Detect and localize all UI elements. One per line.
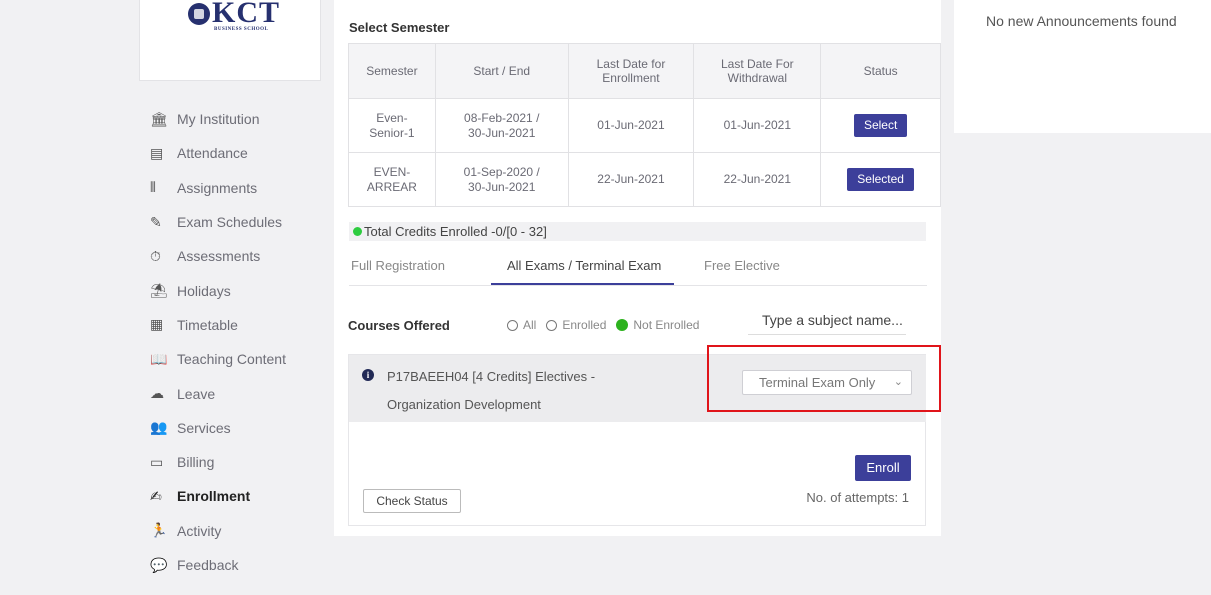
sidebar-item-label: Holidays xyxy=(177,282,231,299)
sidebar-item-my-institution[interactable]: 🏛 My Institution xyxy=(150,102,325,136)
logo-subtext: BUSINESS SCHOOL xyxy=(214,27,269,32)
announcements-card: No new Announcements found xyxy=(954,0,1211,133)
check-status-button[interactable]: Check Status xyxy=(363,489,461,513)
tab-all-exams[interactable]: All Exams / Terminal Exam xyxy=(507,258,661,273)
status-dot-icon xyxy=(353,227,362,236)
subject-search-input[interactable] xyxy=(748,305,906,335)
sidebar-item-label: Assignments xyxy=(177,179,258,196)
sidebar-item-billing[interactable]: ▭ Billing xyxy=(150,445,325,479)
running-icon: 🏃 xyxy=(150,522,168,539)
courses-offered-label: Courses Offered xyxy=(348,318,450,333)
main-panel: Select Semester Semester Start / End Las… xyxy=(334,0,941,536)
semester-table: Semester Start / End Last Date for Enrol… xyxy=(348,43,941,207)
tab-free-elective[interactable]: Free Elective xyxy=(704,258,780,273)
semester-cell: EVEN-ARREAR xyxy=(348,152,436,207)
book-icon: 📖 xyxy=(150,350,168,367)
stopwatch-icon: ⏱ xyxy=(150,247,161,264)
radio-enrolled[interactable] xyxy=(546,319,558,331)
radio-all[interactable] xyxy=(507,319,518,331)
course-subtitle: Organization Development xyxy=(387,397,541,412)
institution-icon: 🏛 xyxy=(150,110,168,127)
column-header: Last Date for Enrollment xyxy=(567,43,695,99)
sidebar-item-teaching-content[interactable]: 📖 Teaching Content xyxy=(150,342,325,376)
sidebar-item-holidays[interactable]: ⛱ Holidays xyxy=(150,273,325,307)
radio-all-label: All xyxy=(523,318,537,332)
start-end-cell: 01-Sep-2020 / 30-Jun-2021 xyxy=(434,152,569,207)
sidebar-item-label: Timetable xyxy=(177,316,238,333)
radio-not-enrolled-label: Not Enrolled xyxy=(633,318,700,332)
withdraw-date-cell: 22-Jun-2021 xyxy=(693,152,822,207)
sidebar-item-label: Feedback xyxy=(177,557,239,573)
announcements-text: No new Announcements found xyxy=(986,13,1177,29)
table-row: Even-Senior-1 08-Feb-2021 / 30-Jun-2021 … xyxy=(348,98,941,153)
logo-card: KCT BUSINESS SCHOOL xyxy=(139,0,321,81)
tab-full-registration[interactable]: Full Registration xyxy=(351,258,445,273)
tab-bar: Full Registration All Exams / Terminal E… xyxy=(349,256,927,286)
active-tab-indicator xyxy=(491,283,674,285)
enroll-date-cell: 22-Jun-2021 xyxy=(567,152,695,207)
credits-bar: Total Credits Enrolled -0/[0 - 32] xyxy=(349,222,926,241)
billing-icon: ▭ xyxy=(150,453,164,470)
course-title: P17BAEEH04 [4 Credits] Electives - xyxy=(387,369,596,384)
credits-text: Total Credits Enrolled -0/[0 - 32] xyxy=(364,224,547,239)
logo-emblem-icon xyxy=(188,3,210,25)
attempts-count: No. of attempts: 1 xyxy=(806,490,909,505)
sidebar-item-feedback[interactable]: 💬 Feedback xyxy=(150,548,325,582)
sidebar-item-assignments[interactable]: ⫴ Assignments xyxy=(150,171,325,205)
table-row: EVEN-ARREAR 01-Sep-2020 / 30-Jun-2021 22… xyxy=(348,152,941,207)
sidebar-item-label: Assessments xyxy=(177,248,261,265)
users-icon: 👥 xyxy=(150,419,168,436)
status-cell: Selected xyxy=(820,152,941,207)
sidebar-item-label: Services xyxy=(177,419,231,436)
sidebar-item-label: Attendance xyxy=(177,145,248,162)
info-icon[interactable]: i xyxy=(362,369,374,381)
sidebar-item-activity[interactable]: 🏃 Activity xyxy=(150,514,325,548)
attendance-icon: ▤ xyxy=(150,144,164,161)
radio-not-enrolled[interactable] xyxy=(616,319,629,331)
start-end-cell: 08-Feb-2021 / 30-Jun-2021 xyxy=(434,98,569,153)
enroll-date-cell: 01-Jun-2021 xyxy=(567,98,695,153)
feedback-icon: 💬 xyxy=(150,556,168,573)
semester-cell: Even-Senior-1 xyxy=(348,98,436,153)
table-header-row: Semester Start / End Last Date for Enrol… xyxy=(348,43,941,99)
sidebar-item-label: Exam Schedules xyxy=(177,214,283,231)
withdraw-date-cell: 01-Jun-2021 xyxy=(693,98,822,153)
column-header: Semester xyxy=(348,43,436,99)
selected-button[interactable]: Selected xyxy=(847,168,914,191)
sidebar-item-label: My Institution xyxy=(177,111,260,128)
column-header: Status xyxy=(820,43,941,99)
sidebar-item-timetable[interactable]: ▦ Timetable xyxy=(150,308,325,342)
sidebar-item-label: Enrollment xyxy=(177,488,251,505)
sidebar-item-label: Billing xyxy=(177,454,215,471)
logo-text: KCT xyxy=(212,0,281,29)
sidebar-item-services[interactable]: 👥 Services xyxy=(150,411,325,445)
sidebar-item-label: Activity xyxy=(177,522,222,539)
leave-icon: ☁ xyxy=(150,385,164,402)
calendar-icon: ▦ xyxy=(150,316,164,333)
column-header: Last Date For Withdrawal xyxy=(693,43,822,99)
sidebar-item-leave[interactable]: ☁ Leave xyxy=(150,376,325,410)
select-semester-title: Select Semester xyxy=(349,20,450,35)
edit-icon: ✍ xyxy=(150,487,162,504)
highlight-annotation xyxy=(707,345,941,412)
sidebar: 🏛 My Institution ▤ Attendance ⫴ Assignments… xyxy=(150,102,325,582)
column-header: Start / End xyxy=(434,43,569,99)
enroll-button[interactable]: Enroll xyxy=(855,455,911,481)
sidebar-item-enrollment[interactable]: ✍ Enrollment xyxy=(150,479,325,513)
sidebar-item-exam-schedules[interactable]: ✎ Exam Schedules xyxy=(150,205,325,239)
sidebar-item-attendance[interactable]: ▤ Attendance xyxy=(150,136,325,170)
select-button[interactable]: Select xyxy=(853,114,908,137)
course-filter-group: All Enrolled Not Enrolled xyxy=(507,318,709,332)
umbrella-icon: ⛱ xyxy=(150,282,168,299)
exam-schedules-icon: ✎ xyxy=(150,213,162,230)
assignments-icon: ⫴ xyxy=(150,179,156,196)
radio-enrolled-label: Enrolled xyxy=(562,318,607,332)
sidebar-item-label: Leave xyxy=(177,385,216,402)
sidebar-item-assessments[interactable]: ⏱ Assessments xyxy=(150,239,325,273)
sidebar-item-label: Teaching Content xyxy=(177,351,286,368)
status-cell: Select xyxy=(820,98,941,153)
